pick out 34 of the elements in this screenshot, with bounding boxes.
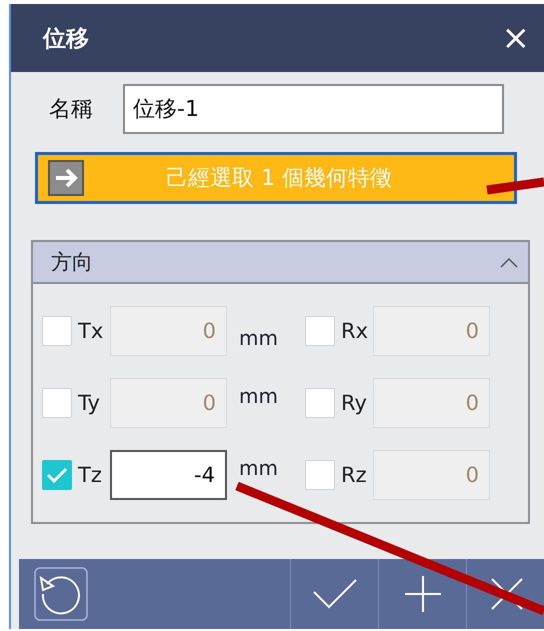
check-icon xyxy=(46,466,68,484)
value-field[interactable]: 0 xyxy=(373,450,490,500)
checkbox[interactable] xyxy=(305,388,335,418)
axis-label: Tx xyxy=(77,319,104,343)
checkbox[interactable] xyxy=(42,316,72,346)
unit-label: mm xyxy=(238,384,279,408)
close-button[interactable]: × xyxy=(502,21,530,55)
checkbox[interactable] xyxy=(42,388,72,418)
axis-label: Ry xyxy=(340,391,368,415)
axis-label: Ty xyxy=(77,391,101,415)
window-title: 位移 xyxy=(43,24,89,54)
value-field[interactable]: 0 xyxy=(110,378,227,428)
value-field[interactable]: 0 xyxy=(110,306,227,356)
unit-label: mm xyxy=(238,456,279,480)
name-field[interactable]: 位移-1 xyxy=(123,84,504,134)
plus-icon xyxy=(404,576,440,612)
leader-line xyxy=(486,178,544,194)
reset-icon xyxy=(33,566,89,622)
chevron-icon xyxy=(500,256,518,268)
axis-label: Rx xyxy=(340,319,370,343)
checkbox[interactable] xyxy=(305,316,335,346)
name-label: 名稱 xyxy=(49,96,93,124)
checkbox[interactable] xyxy=(42,460,72,490)
unit-label: mm xyxy=(238,326,279,350)
selection-button[interactable]: 己經選取 1 個幾何特徵 xyxy=(35,152,517,204)
checkbox[interactable] xyxy=(305,460,335,490)
value-field[interactable]: 0 xyxy=(373,306,490,356)
section-header[interactable]: 方向 xyxy=(33,242,528,284)
check-icon xyxy=(312,579,356,609)
close-icon xyxy=(490,578,522,610)
axis-label: Rz xyxy=(340,463,368,487)
value-field[interactable]: 0 xyxy=(373,378,490,428)
value-field[interactable]: -4 xyxy=(110,450,227,500)
axis-label: Tz xyxy=(77,463,103,487)
